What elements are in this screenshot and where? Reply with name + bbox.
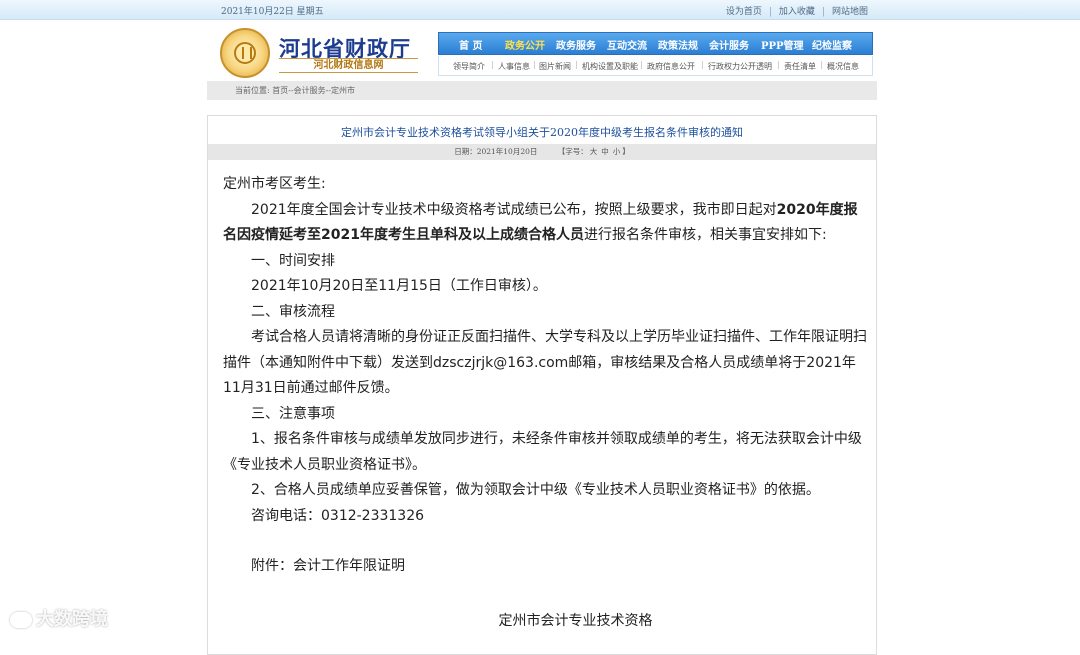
watermark-logo-icon (10, 612, 32, 628)
subnav-responsibility-list[interactable]: 责任清单 (784, 61, 816, 72)
set-homepage-link[interactable]: 设为首页 (726, 7, 762, 17)
nav-government-affairs[interactable]: 政务公开 (505, 37, 545, 52)
greeting: 定州市考区考生: (223, 176, 326, 192)
article-title: 定州市会计专业技术资格考试领导小组关于2020年度中级考生报名条件审核的通知 (341, 126, 743, 139)
font-size-small[interactable]: 小 (613, 147, 621, 156)
nav-interaction[interactable]: 互动交流 (607, 37, 647, 52)
review-process-text: 考试合格人员请将清晰的身份证正反面扫描件、大学专科及以上学历毕业证扫描件、工作年… (223, 329, 867, 396)
nav-regulations[interactable]: 政策法规 (658, 37, 698, 52)
site-subtitle: 河北财政信息网 (279, 58, 418, 73)
subnav-photo-news[interactable]: 图片新闻 (539, 61, 571, 72)
add-favorite-link[interactable]: 加入收藏 (779, 7, 815, 17)
attachment-link[interactable]: 附件：会计工作年限证明 (223, 554, 868, 580)
breadcrumb: 当前位置: 首页--会计服务--定州市 (207, 81, 877, 100)
font-size-large[interactable]: 大 (590, 147, 598, 156)
subnav-organization[interactable]: 机构设置及职能 (582, 61, 638, 72)
section-heading-process: 二、审核流程 (251, 303, 335, 320)
subnav-power-transparency[interactable]: 行政权力公开透明 (708, 61, 772, 72)
article-meta: 日期：2021年10月20日 【字号：大中小】 (208, 144, 876, 160)
nav-discipline-inspection[interactable]: 纪检监察 (812, 37, 852, 52)
section-heading-time: 一、时间安排 (251, 252, 335, 269)
article-panel: 定州市会计专业技术资格考试领导小组关于2020年度中级考生报名条件审核的通知 日… (207, 115, 877, 655)
consult-phone: 咨询电话：0312-2331326 (251, 507, 425, 524)
nav-accounting-services[interactable]: 会计服务 (709, 37, 749, 52)
nav-government-services[interactable]: 政务服务 (556, 37, 596, 52)
emblem-logo-icon[interactable] (220, 28, 270, 78)
time-arrangement: 2021年10月20日至11月15日（工作日审核）。 (251, 278, 547, 294)
article-date: 日期：2021年10月20日 (454, 147, 538, 156)
font-size-medium[interactable]: 中 (601, 147, 609, 156)
intro-paragraph: 2021年度全国会计专业技术中级资格考试成绩已公布，按照上级要求，我市即日起对2… (223, 201, 858, 244)
article-body: 定州市考区考生: 2021年度全国会计专业技术中级资格考试成绩已公布，按照上级要… (223, 172, 868, 634)
sub-nav: 领导简介 | 人事信息 | 图片新闻 | 机构设置及职能 | 政府信息公开 | … (438, 56, 873, 76)
note-item-1: 1、报名条件审核与成绩单发放同步进行，未经条件审核并领取成绩单的考生，将无法获取… (223, 431, 862, 473)
font-size-controls: 【字号：大中小】 (557, 147, 630, 156)
subnav-overview[interactable]: 概况信息 (827, 61, 859, 72)
subnav-personnel[interactable]: 人事信息 (498, 61, 530, 72)
main-nav: 首 页 政务公开 政务服务 互动交流 政策法规 会计服务 PPP管理 纪检监察 (438, 32, 873, 55)
nav-ppp-management[interactable]: PPP管理 (761, 37, 804, 52)
watermark: 大数跨境 (10, 605, 108, 631)
signature: 定州市会计专业技术资格 (498, 612, 653, 629)
site-header: 河北省财政厅 河北财政信息网 首 页 政务公开 政务服务 互动交流 政策法规 会… (207, 24, 877, 80)
current-date: 2021年10月22日 星期五 (221, 7, 324, 17)
top-links: 设为首页 | 加入收藏 | 网站地图 (725, 7, 868, 17)
sitemap-link[interactable]: 网站地图 (832, 7, 868, 17)
subnav-info-disclosure[interactable]: 政府信息公开 (647, 61, 695, 72)
note-item-2: 2、合格人员成绩单应妥善保管，做为领取会计中级《专业技术人员职业资格证书》的依据… (251, 482, 820, 498)
subnav-leaders[interactable]: 领导简介 (453, 61, 485, 72)
top-bar: 2021年10月22日 星期五 设为首页 | 加入收藏 | 网站地图 (0, 0, 1080, 20)
nav-home[interactable]: 首 页 (459, 37, 482, 52)
section-heading-notes: 三、注意事项 (251, 405, 335, 422)
breadcrumb-text[interactable]: 当前位置: 首页--会计服务--定州市 (235, 85, 355, 96)
